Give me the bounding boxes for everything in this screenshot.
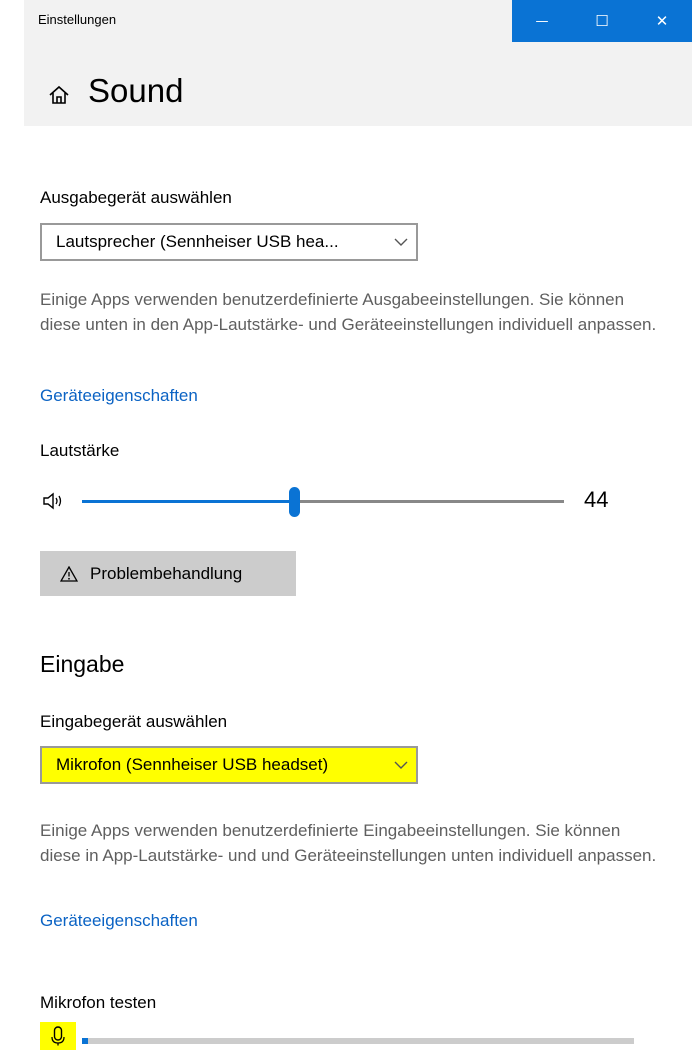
mic-level-track — [82, 1038, 634, 1044]
window-controls: — ☐ ✕ — [512, 0, 692, 42]
mic-level-meter — [82, 1038, 634, 1044]
page-header: Sound — [24, 42, 692, 126]
window-title: Einstellungen — [38, 12, 117, 27]
output-device-properties-link[interactable]: Geräteeigenschaften — [40, 386, 198, 406]
input-section-title: Eingabe — [40, 651, 125, 677]
volume-slider[interactable] — [82, 485, 564, 519]
volume-slider-fill — [82, 500, 295, 503]
input-device-label: Eingabegerät auswählen — [40, 712, 228, 731]
chevron-down-icon — [386, 238, 416, 247]
minimize-icon: — — [535, 13, 549, 29]
mic-level-fill — [82, 1038, 88, 1044]
troubleshoot-button[interactable]: Problembehandlung — [40, 551, 296, 596]
volume-label: Lautstärke — [40, 441, 120, 460]
speaker-icon[interactable] — [42, 491, 66, 511]
settings-window: Einstellungen — ☐ ✕ Sound Ausgabegerät a… — [0, 0, 692, 1052]
maximize-button[interactable]: ☐ — [572, 0, 632, 42]
title-bar: Einstellungen — ☐ ✕ — [24, 0, 692, 42]
home-icon[interactable] — [48, 84, 70, 106]
input-description: Einige Apps verwenden benutzerdefinierte… — [40, 821, 657, 865]
output-device-label: Ausgabegerät auswählen — [40, 188, 232, 207]
volume-slider-thumb[interactable] — [289, 487, 301, 517]
output-device-select[interactable]: Lautsprecher (Sennheiser USB hea... — [40, 223, 418, 261]
troubleshoot-label: Problembehandlung — [90, 563, 243, 583]
warning-icon — [60, 565, 78, 582]
chevron-down-icon — [386, 761, 416, 770]
maximize-icon: ☐ — [595, 12, 609, 30]
microphone-icon — [40, 1022, 76, 1050]
input-device-select[interactable]: Mikrofon (Sennheiser USB headset) — [40, 746, 418, 784]
output-description: Einige Apps verwenden benutzerdefinierte… — [40, 290, 657, 334]
minimize-button[interactable]: — — [512, 0, 572, 42]
mic-test-label: Mikrofon testen — [40, 993, 157, 1012]
output-device-value: Lautsprecher (Sennheiser USB hea... — [56, 232, 339, 251]
close-icon: ✕ — [655, 12, 669, 30]
volume-value: 44 — [584, 487, 609, 512]
close-button[interactable]: ✕ — [632, 0, 692, 42]
page-title: Sound — [88, 72, 184, 109]
input-device-properties-link[interactable]: Geräteeigenschaften — [40, 911, 198, 931]
input-device-value: Mikrofon (Sennheiser USB headset) — [56, 755, 329, 774]
